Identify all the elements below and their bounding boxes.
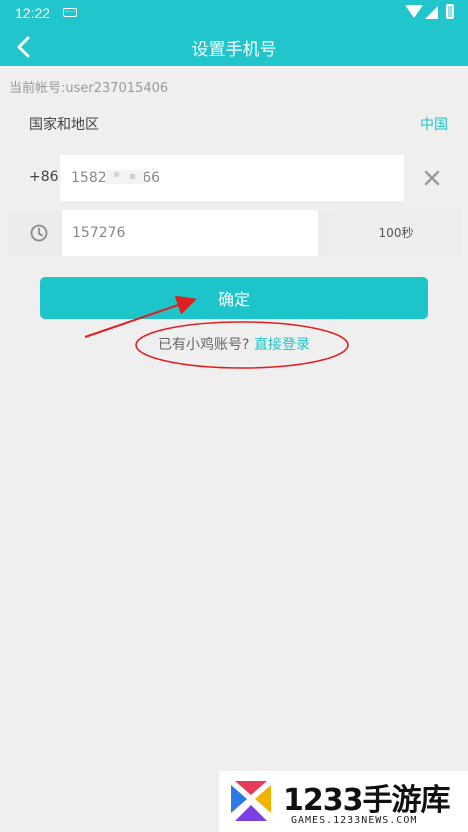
phone-prefix: +86 <box>29 169 59 185</box>
close-icon[interactable] <box>422 168 442 188</box>
wifi-icon <box>405 5 423 18</box>
keyboard-icon <box>63 8 77 17</box>
login-prompt-text: 已有小鸡账号? <box>158 337 254 353</box>
page-title: 设置手机号 <box>191 40 277 60</box>
status-bar: 12:22 <box>0 0 468 28</box>
country-region-row[interactable]: 国家和地区 中国 <box>0 100 468 145</box>
watermark-logo-icon <box>231 781 271 821</box>
country-value[interactable]: 中国 <box>420 114 448 134</box>
clock-icon <box>29 223 49 243</box>
resend-countdown-button[interactable]: 100秒 <box>334 210 458 256</box>
app-bar: 设置手机号 <box>0 28 468 66</box>
current-account-text: 当前帐号:user237015406 <box>9 81 169 96</box>
battery-icon <box>446 4 454 19</box>
confirm-button[interactable]: 确定 <box>40 277 428 319</box>
watermark-url: GAMES.1233NEWS.COM <box>291 815 418 826</box>
signal-icon <box>425 6 438 19</box>
watermark-brand: 1233手游库 <box>283 783 450 818</box>
login-prompt-line: 已有小鸡账号? 直接登录 <box>0 334 468 354</box>
verification-code-input[interactable] <box>62 210 318 256</box>
watermark: 1233手游库 GAMES.1233NEWS.COM <box>219 771 468 832</box>
phone-row: +86 <box>0 155 468 201</box>
verification-row: 100秒 <box>0 210 468 256</box>
country-label: 国家和地区 <box>29 117 99 133</box>
status-time: 12:22 <box>15 5 51 21</box>
redacted-digits <box>106 170 144 184</box>
direct-login-link[interactable]: 直接登录 <box>254 337 310 353</box>
